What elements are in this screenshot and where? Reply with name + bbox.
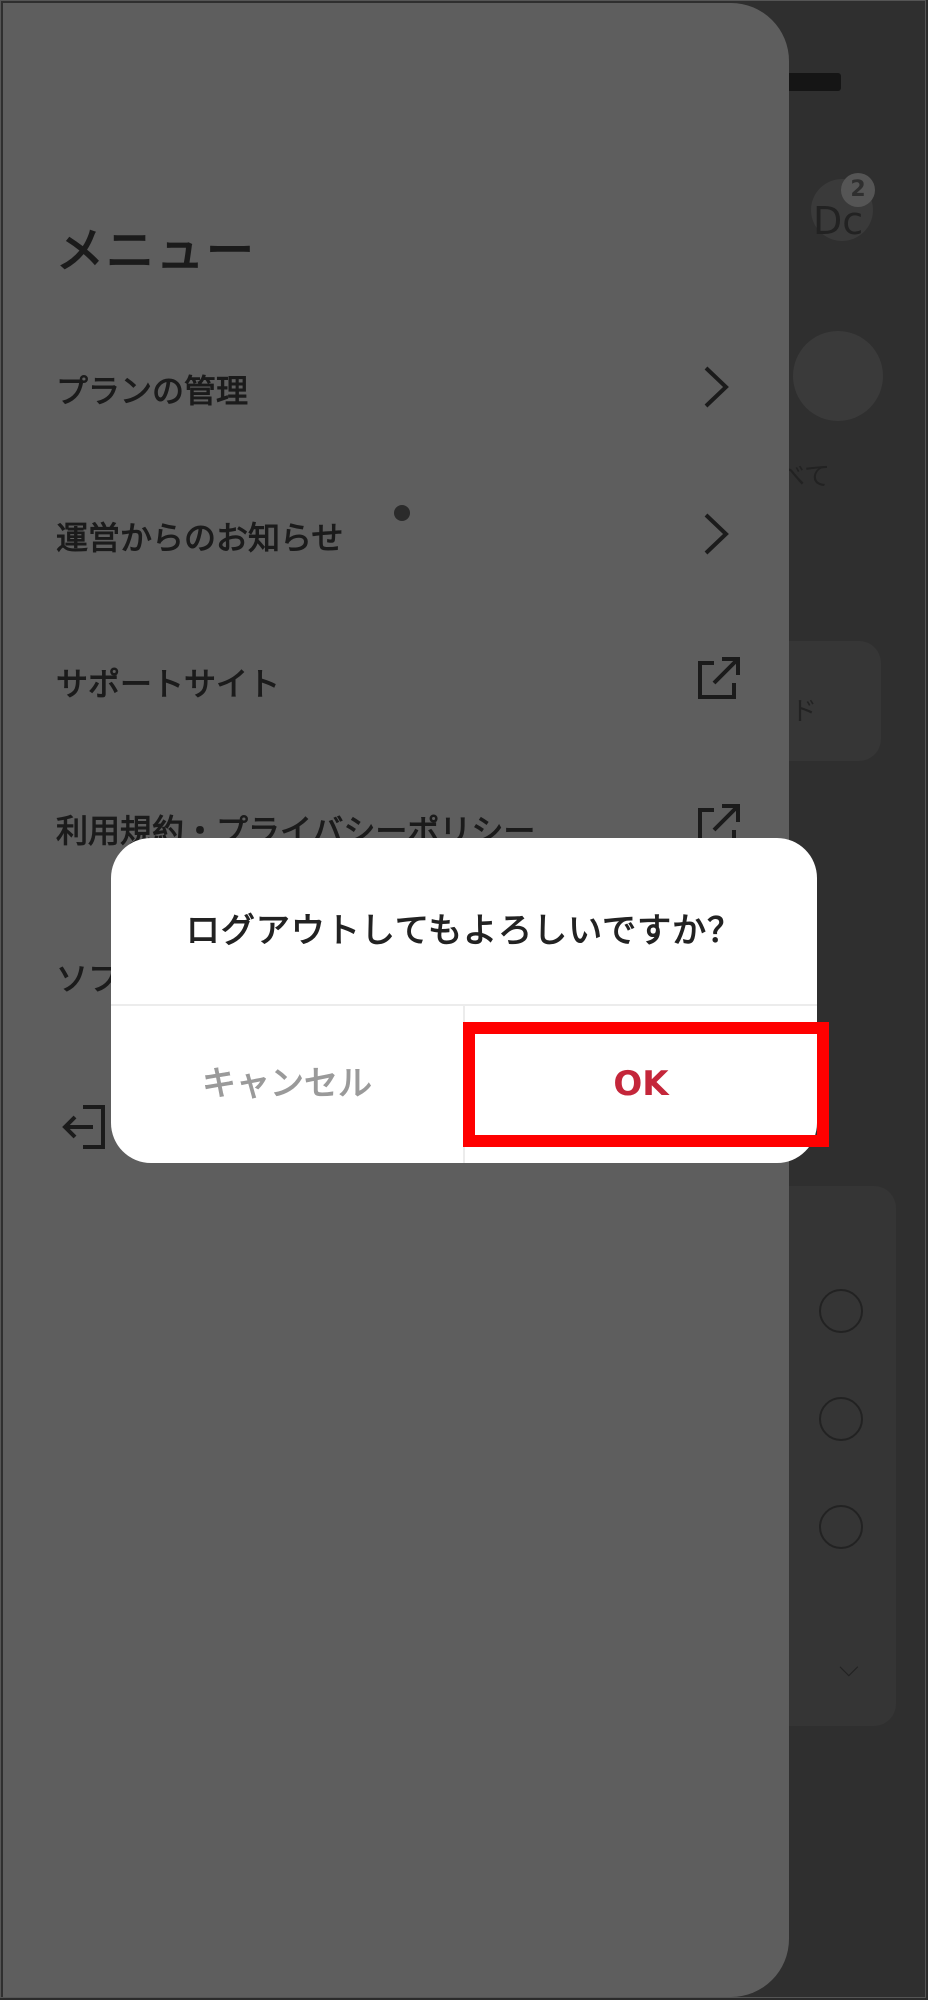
dialog-message: ログアウトしてもよろしいですか？ [185, 911, 743, 951]
radio-icon [819, 1289, 863, 1333]
chevron-down-icon: ⌵ [839, 1653, 859, 1683]
chevron-right-icon [704, 513, 729, 555]
menu-item-news[interactable]: 運営からのお知らせ [56, 495, 746, 575]
notification-badge: 2 [841, 173, 875, 207]
logout-icon[interactable] [59, 1099, 115, 1155]
radio-icon [819, 1505, 863, 1549]
screen: Dc 2 べて ド ⌵ メニュー プランの管理 運営からのお知らせ サポートサイ… [0, 0, 926, 1998]
unread-dot-icon [394, 505, 410, 521]
cancel-button[interactable]: キャンセル [111, 1006, 463, 1163]
menu-item-plan[interactable]: プランの管理 [56, 348, 746, 428]
radio-icon [819, 1397, 863, 1441]
chevron-right-icon [704, 366, 729, 408]
category-circle [793, 331, 883, 421]
menu-title: メニュー [56, 223, 257, 279]
menu-item-label: プランの管理 [56, 372, 249, 410]
menu-item-support-site[interactable]: サポートサイト [56, 641, 746, 721]
external-link-icon [698, 657, 740, 699]
background-caption: ド [791, 697, 818, 727]
menu-item-label: サポートサイト [56, 665, 281, 703]
ok-highlight-box [463, 1022, 829, 1147]
menu-item-label: 運営からのお知らせ [56, 519, 344, 557]
